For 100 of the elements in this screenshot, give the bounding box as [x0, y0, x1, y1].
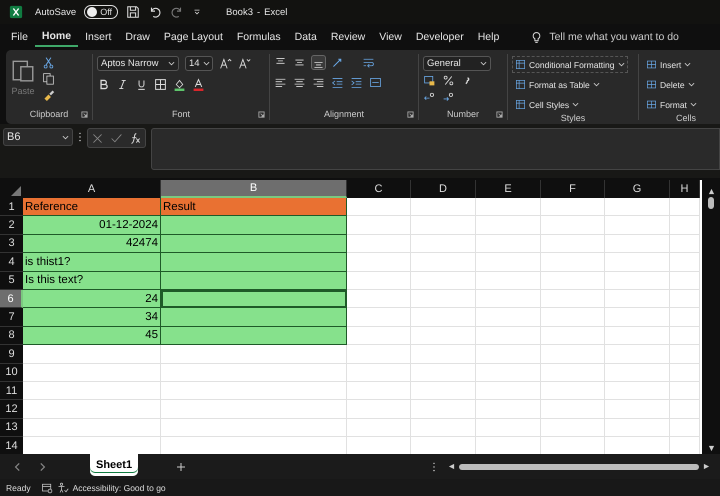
ribbon-tab[interactable]: Home [34, 27, 78, 47]
column-header[interactable]: D [411, 180, 476, 198]
decrease-decimal-icon[interactable] [442, 90, 455, 103]
table-cell: Reference [23, 198, 161, 216]
customize-icon[interactable] [192, 7, 202, 17]
row-header[interactable]: 6 [0, 290, 23, 308]
sheet-tab[interactable]: Sheet1 [90, 454, 138, 476]
wrap-text-icon[interactable] [362, 56, 375, 69]
row-header[interactable]: 13 [0, 418, 23, 438]
font-color-icon[interactable] [192, 78, 205, 91]
scroll-right-icon[interactable] [703, 463, 710, 470]
dialog-launcher-icon[interactable] [496, 111, 503, 118]
ribbon-tab[interactable]: File [4, 28, 35, 46]
table-cell [347, 308, 411, 327]
align-right-icon[interactable] [312, 76, 325, 89]
table-cell [411, 364, 476, 382]
enter-icon[interactable] [110, 132, 123, 144]
ribbon-tab[interactable]: Data [288, 28, 324, 46]
row-header[interactable]: 12 [0, 400, 23, 419]
row-header[interactable]: 14 [0, 437, 23, 454]
shrink-font-icon[interactable] [238, 57, 251, 70]
table-cell [476, 308, 541, 327]
ribbon-tab[interactable]: Page Layout [156, 28, 230, 46]
scroll-down-icon[interactable] [708, 445, 714, 452]
dialog-launcher-icon[interactable] [81, 111, 88, 118]
styles-button[interactable]: Format as Table [512, 76, 603, 93]
column-header[interactable]: C [347, 180, 411, 198]
merge-center-icon[interactable] [369, 76, 382, 89]
percent-icon[interactable] [442, 74, 455, 87]
accounting-format-icon[interactable] [423, 74, 436, 87]
grow-font-icon[interactable] [219, 57, 232, 70]
cancel-icon[interactable] [91, 132, 104, 144]
row-header[interactable]: 7 [0, 308, 23, 327]
ribbon-tab[interactable]: View [372, 28, 409, 46]
cells-button[interactable]: Insert [643, 56, 694, 73]
add-sheet-icon[interactable] [176, 462, 186, 472]
orientation-icon[interactable] [331, 56, 344, 69]
align-left-icon[interactable] [274, 76, 287, 89]
increase-decimal-icon[interactable] [423, 90, 436, 103]
format-painter-icon[interactable] [42, 88, 55, 101]
ribbon-tab[interactable]: Draw [118, 28, 157, 46]
styles-button[interactable]: Cell Styles [512, 96, 582, 113]
more-options-icon[interactable] [78, 132, 82, 142]
borders-icon[interactable] [154, 78, 167, 91]
column-header[interactable]: B [161, 180, 347, 198]
fill-color-icon[interactable] [173, 78, 186, 91]
decrease-indent-icon[interactable] [331, 76, 344, 89]
column-header[interactable]: H [670, 180, 700, 198]
dialog-launcher-icon[interactable] [258, 111, 265, 118]
align-bottom-icon[interactable] [312, 56, 325, 69]
column-header[interactable]: E [476, 180, 541, 198]
horizontal-scrollbar[interactable] [448, 463, 710, 470]
caret-icon [62, 134, 69, 140]
table-cell [411, 418, 476, 438]
ribbon-tab[interactable]: Help [470, 28, 506, 46]
table-cell [605, 290, 670, 308]
cells-button[interactable]: Delete [643, 76, 698, 93]
scroll-thumb[interactable] [459, 464, 699, 470]
align-center-icon[interactable] [293, 76, 306, 89]
cells-button[interactable]: Format [643, 96, 700, 113]
save-icon[interactable] [126, 5, 140, 19]
column-header[interactable]: A [23, 180, 161, 198]
ribbon-tab[interactable]: Insert [78, 28, 118, 46]
styles-button[interactable]: Conditional Formatting [512, 56, 628, 73]
table-cell: 45 [23, 326, 161, 346]
row-header[interactable]: 1 [0, 198, 23, 216]
row-header[interactable]: 4 [0, 253, 23, 272]
row-header[interactable]: 5 [0, 272, 23, 290]
number-format-dropdown[interactable]: General [423, 56, 491, 71]
tell-me-search-field[interactable]: Tell me what you want to do [547, 30, 720, 44]
dialog-launcher-icon[interactable] [407, 111, 414, 118]
autosave-toggle[interactable]: Off [84, 5, 118, 19]
workbook-statistics-icon[interactable] [40, 482, 53, 494]
undo-icon[interactable] [148, 5, 162, 19]
font-size-dropdown[interactable]: 14 [185, 56, 213, 71]
select-all-icon[interactable] [11, 186, 21, 196]
column-header[interactable]: G [605, 180, 670, 198]
ribbon-tab[interactable]: Formulas [230, 28, 288, 46]
copy-icon[interactable] [42, 72, 55, 85]
font-name-dropdown[interactable]: Aptos Narrow [97, 56, 179, 71]
formula-input-field[interactable] [151, 128, 720, 170]
scroll-up-icon[interactable] [708, 188, 714, 195]
row-header[interactable]: 8 [0, 326, 23, 346]
more-options-icon[interactable] [432, 462, 436, 472]
column-header[interactable]: F [541, 180, 605, 198]
increase-indent-icon[interactable] [350, 76, 363, 89]
accessibility-icon[interactable] [56, 482, 69, 494]
row-header[interactable]: 11 [0, 382, 23, 400]
scroll-thumb[interactable] [708, 197, 714, 209]
row-header[interactable]: 10 [0, 364, 23, 382]
insert-function-icon[interactable] [129, 132, 142, 144]
accessibility-status[interactable]: Accessibility: Good to go [72, 482, 166, 492]
cut-icon[interactable] [42, 56, 55, 69]
row-header[interactable]: 9 [0, 345, 23, 364]
scroll-left-icon[interactable] [448, 463, 455, 470]
ribbon-tab[interactable]: Review [324, 28, 372, 46]
ribbon-tab[interactable]: Developer [408, 28, 471, 46]
row-header[interactable]: 2 [0, 216, 23, 235]
row-header[interactable]: 3 [0, 234, 23, 254]
name-box[interactable]: B6 [3, 128, 73, 146]
